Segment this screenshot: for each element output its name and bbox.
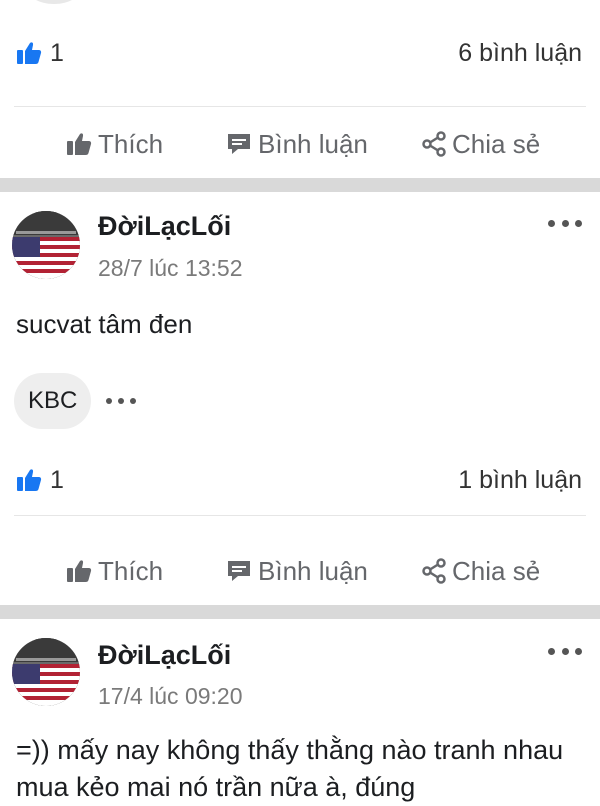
chip-more-button[interactable] (106, 395, 136, 407)
separator (14, 106, 586, 107)
more-dot (561, 647, 569, 655)
more-dot (118, 398, 124, 404)
like-button[interactable]: Thích (66, 119, 163, 169)
share-icon (422, 131, 446, 157)
more-dot (575, 219, 582, 227)
comment-bubble-icon (228, 561, 250, 581)
thumbs-up-icon (67, 133, 92, 155)
like-count[interactable]: 1 (16, 33, 64, 73)
like-label: Thích (98, 128, 164, 159)
post-text: sucvat tâm đen (16, 309, 193, 339)
comment-bubble-icon (228, 134, 250, 154)
comment-button[interactable]: Bình luận (226, 546, 368, 596)
comment-button[interactable]: Bình luận (226, 119, 368, 169)
share-button[interactable]: Chia sẻ (422, 546, 540, 596)
more-options-button[interactable] (548, 641, 582, 661)
post-author[interactable]: ĐờiLạcLối (98, 640, 231, 671)
separator (14, 515, 586, 516)
partial-element-top (26, 0, 82, 4)
comment-count[interactable]: 1 bình luận (458, 460, 582, 500)
avatar[interactable] (12, 211, 80, 279)
action-bar: Thích Bình luận Chia sẻ (0, 119, 600, 169)
more-dot (130, 398, 136, 404)
post-divider (0, 605, 600, 619)
more-dot (575, 647, 582, 655)
more-options-button[interactable] (548, 213, 582, 233)
share-button[interactable]: Chia sẻ (422, 119, 540, 169)
post-timestamp[interactable]: 17/4 lúc 09:20 (98, 683, 243, 710)
post-text: =)) mấy nay không thấy thằng nào tranh n… (16, 735, 571, 802)
post-divider (0, 178, 600, 192)
more-dot (548, 219, 555, 227)
comment-count[interactable]: 6 bình luận (458, 33, 582, 73)
post-author[interactable]: ĐờiLạcLối (98, 211, 231, 242)
thumbs-up-icon (67, 560, 92, 582)
avatar[interactable] (12, 638, 80, 706)
like-count[interactable]: 1 (16, 460, 64, 500)
more-dot (106, 398, 112, 404)
thumbs-up-icon (17, 42, 42, 64)
comment-label: Bình luận (258, 128, 368, 159)
post-timestamp[interactable]: 28/7 lúc 13:52 (98, 255, 243, 282)
more-dot (561, 219, 569, 227)
comment-label: Bình luận (258, 555, 368, 586)
more-dot (548, 647, 555, 655)
like-count-value: 1 (50, 38, 64, 67)
us-flag-avatar (12, 211, 80, 279)
action-bar: Thích Bình luận Chia sẻ (0, 546, 600, 596)
share-label: Chia sẻ (452, 555, 541, 586)
stats-row: 1 1 bình luận (0, 460, 600, 500)
like-button[interactable]: Thích (66, 546, 163, 596)
like-count-value: 1 (50, 465, 64, 494)
stats-row-top: 1 6 bình luận (0, 33, 600, 73)
share-icon (422, 558, 446, 584)
us-flag-avatar (12, 638, 80, 706)
tag-chip[interactable]: KBC (14, 373, 92, 429)
share-label: Chia sẻ (452, 128, 541, 159)
thumbs-up-icon (17, 469, 42, 491)
like-label: Thích (98, 555, 164, 586)
